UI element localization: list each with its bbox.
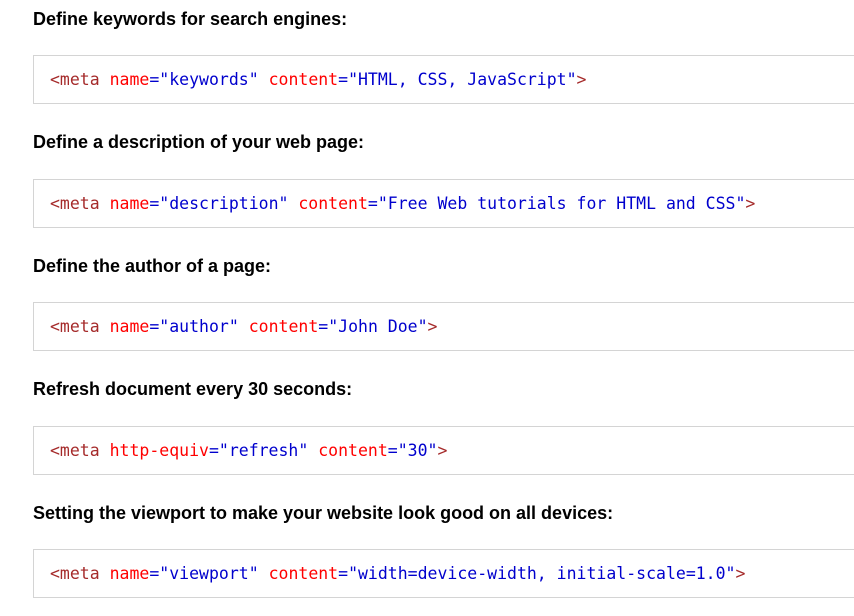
code-attribute-name: content — [248, 317, 319, 336]
code-attribute-name: content — [268, 70, 339, 89]
code-attribute-name: http-equiv — [109, 441, 209, 460]
code-tag-open: <meta — [50, 317, 100, 336]
code-attribute-value: "viewport" — [159, 564, 259, 583]
code-attribute-value: "30" — [397, 441, 438, 460]
code-attribute-value: "John Doe" — [328, 317, 428, 336]
code-example: <meta name="description" content="Free W… — [33, 179, 854, 228]
code-attribute-name: name — [109, 317, 150, 336]
code-example: <meta name="keywords" content="HTML, CSS… — [33, 55, 854, 104]
code-example: <meta name="author" content="John Doe"> — [33, 302, 854, 351]
code-tag-open: <meta — [50, 441, 100, 460]
code-tag-close: > — [735, 564, 746, 583]
code-attribute-value: "Free Web tutorials for HTML and CSS" — [377, 194, 746, 213]
code-attribute-name: name — [109, 194, 150, 213]
code-example: <meta http-equiv="refresh" content="30"> — [33, 426, 854, 475]
code-tag-close: > — [437, 441, 448, 460]
code-example: <meta name="viewport" content="width=dev… — [33, 549, 854, 598]
code-tag-open: <meta — [50, 194, 100, 213]
code-attribute-value: "description" — [159, 194, 289, 213]
section-heading: Refresh document every 30 seconds: — [33, 379, 353, 399]
code-attribute-name: name — [109, 70, 150, 89]
code-attribute-value: "refresh" — [218, 441, 309, 460]
code-attribute-value: "width=device-width, initial-scale=1.0" — [348, 564, 736, 583]
code-attribute-name: content — [268, 564, 339, 583]
code-tag-open: <meta — [50, 564, 100, 583]
code-attribute-name: content — [298, 194, 368, 213]
code-attribute-name: content — [318, 441, 388, 460]
code-attribute-value: "author" — [159, 317, 239, 336]
section-heading: Setting the viewport to make your websit… — [33, 503, 614, 523]
code-attribute-value: "HTML, CSS, JavaScript" — [348, 70, 577, 89]
section-heading: Define a description of your web page: — [33, 132, 365, 152]
code-tag-close: > — [576, 70, 587, 89]
code-tag-close: > — [427, 317, 438, 336]
section-heading: Define keywords for search engines: — [33, 9, 348, 29]
code-tag-open: <meta — [50, 70, 100, 89]
section-heading: Define the author of a page: — [33, 256, 272, 276]
code-attribute-name: name — [109, 564, 150, 583]
code-tag-close: > — [745, 194, 756, 213]
code-attribute-value: "keywords" — [159, 70, 259, 89]
